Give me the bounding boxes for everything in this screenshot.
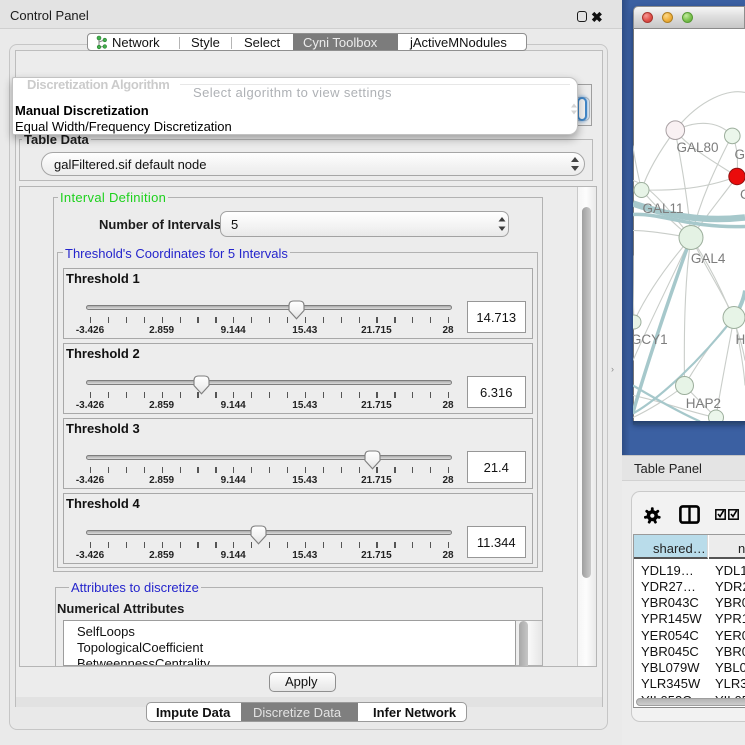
svg-text:HAP2: HAP2: [686, 396, 721, 411]
svg-text:GAL11: GAL11: [643, 201, 684, 216]
svg-text:HNM1: HNM1: [736, 332, 745, 347]
svg-text:GCY1: GCY1: [633, 332, 668, 347]
svg-text:GAL4: GAL4: [691, 251, 726, 266]
svg-text:GAL2: GAL2: [735, 147, 745, 162]
svg-text:C: C: [740, 187, 745, 202]
svg-text:GAL80: GAL80: [677, 140, 719, 155]
